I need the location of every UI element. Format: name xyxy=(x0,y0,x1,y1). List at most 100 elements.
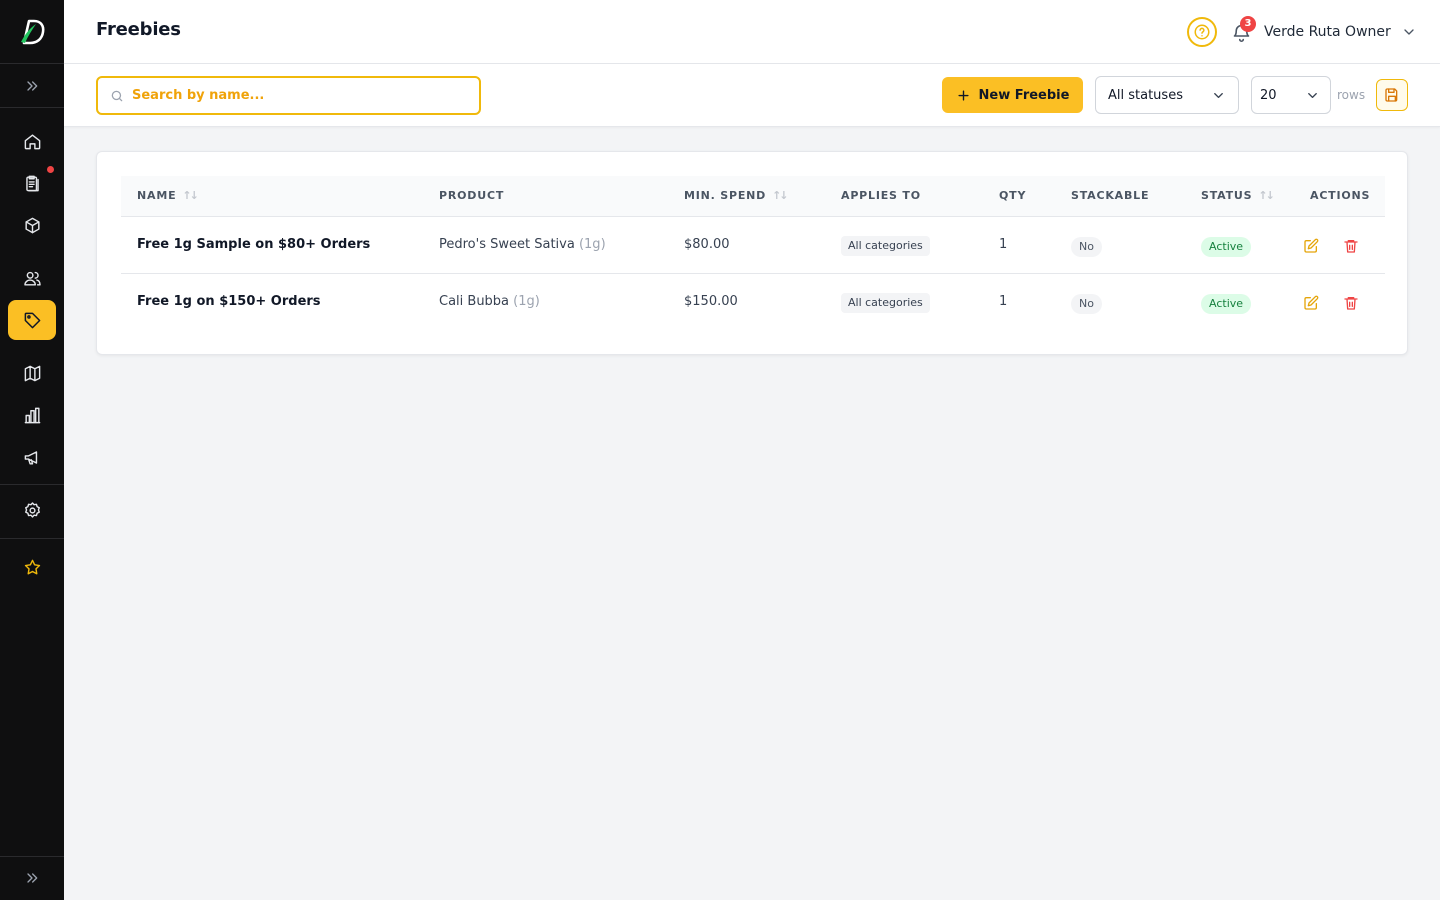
top-header: Freebies 3 Verde Ruta Owner xyxy=(64,0,1440,64)
sidebar-item-products[interactable] xyxy=(8,205,56,245)
table-row: Free 1g Sample on $80+ Orders Pedro's Sw… xyxy=(121,217,1385,274)
sidebar-item-marketing[interactable] xyxy=(8,437,56,477)
map-icon xyxy=(24,365,40,381)
sidebar-item-reports[interactable] xyxy=(8,395,56,435)
notification-dot xyxy=(47,166,54,173)
status-filter-value: All statuses xyxy=(1108,87,1183,103)
column-header-product: PRODUCT xyxy=(439,189,504,202)
freebie-qty: 1 xyxy=(999,237,1008,252)
sidebar-divider xyxy=(0,63,64,64)
megaphone-icon xyxy=(24,450,37,465)
notification-count-badge: 3 xyxy=(1240,16,1256,32)
column-header-applies-to: APPLIES TO xyxy=(841,189,921,202)
column-header-qty: QTY xyxy=(999,189,1026,202)
rows-per-page-value: 20 xyxy=(1260,87,1277,103)
sidebar-collapse-toggle[interactable] xyxy=(8,71,56,101)
gear-icon xyxy=(24,501,40,518)
star-icon xyxy=(24,559,40,574)
stackable-badge: No xyxy=(1071,237,1102,257)
stackable-badge: No xyxy=(1071,294,1102,314)
sidebar-item-map[interactable] xyxy=(8,353,56,393)
rows-label: rows xyxy=(1337,88,1366,102)
column-header-label: APPLIES TO xyxy=(841,189,921,202)
column-header-label: STACKABLE xyxy=(1071,189,1150,202)
trash-icon xyxy=(1344,240,1358,253)
help-circle-icon xyxy=(1194,24,1210,40)
sidebar-item-settings[interactable] xyxy=(8,490,56,530)
sidebar-item-favorites[interactable] xyxy=(8,547,56,587)
search-box xyxy=(96,76,481,115)
box-icon xyxy=(24,217,40,233)
sidebar-item-freebies[interactable] xyxy=(8,300,56,340)
rows-per-page-select[interactable]: 20 xyxy=(1251,76,1331,114)
column-header-actions: ACTIONS xyxy=(1310,189,1370,202)
sidebar-divider xyxy=(0,856,64,857)
freebie-min-spend: $150.00 xyxy=(684,294,738,309)
sidebar-item-home[interactable] xyxy=(8,121,56,161)
freebie-name: Free 1g Sample on $80+ Orders xyxy=(137,237,371,252)
sort-icon: ↑↓ xyxy=(182,189,199,202)
user-menu[interactable]: Verde Ruta Owner xyxy=(1264,20,1417,44)
freebie-min-spend: $80.00 xyxy=(684,237,730,252)
delete-button[interactable] xyxy=(1340,235,1362,257)
product-name: Cali Bubba xyxy=(439,294,510,309)
chevrons-right-icon xyxy=(27,81,38,91)
tag-icon xyxy=(24,312,40,328)
orders-icon xyxy=(25,175,39,191)
product-name: Pedro's Sweet Sativa xyxy=(439,237,575,252)
applies-to-chip: All categories xyxy=(841,236,930,256)
sidebar-item-users[interactable] xyxy=(8,258,56,298)
freebie-qty: 1 xyxy=(999,294,1008,309)
freebie-product: Cali Bubba (1g) xyxy=(439,294,540,309)
freebie-name: Free 1g on $150+ Orders xyxy=(137,294,321,309)
new-freebie-label: New Freebie xyxy=(978,87,1070,103)
status-badge: Active xyxy=(1201,294,1252,314)
edit-icon xyxy=(1304,238,1319,253)
sort-icon: ↑↓ xyxy=(772,189,789,202)
home-icon xyxy=(24,133,40,149)
chevron-down-icon xyxy=(1308,92,1317,98)
edit-button[interactable] xyxy=(1300,235,1322,257)
search-input[interactable] xyxy=(132,78,472,113)
user-name: Verde Ruta Owner xyxy=(1264,24,1391,40)
column-header-min-spend[interactable]: MIN. SPEND ↑↓ xyxy=(684,189,789,202)
product-size: (1g) xyxy=(513,294,540,309)
chevron-down-icon xyxy=(1404,29,1414,35)
column-header-label: NAME xyxy=(137,189,177,202)
plus-icon xyxy=(957,89,969,101)
search-icon xyxy=(111,90,123,102)
edit-button[interactable] xyxy=(1300,292,1322,314)
edit-icon xyxy=(1304,295,1319,310)
sidebar-divider xyxy=(0,484,64,485)
column-header-label: MIN. SPEND xyxy=(684,189,767,202)
new-freebie-button[interactable]: New Freebie xyxy=(942,77,1083,113)
sidebar-divider xyxy=(0,107,64,108)
table-header: NAME ↑↓ PRODUCT MIN. SPEND ↑↓ APPLIES TO Q… xyxy=(121,176,1385,217)
brand-logo-icon[interactable] xyxy=(16,16,48,48)
page-title: Freebies xyxy=(96,19,181,40)
status-badge: Active xyxy=(1201,237,1252,257)
delete-button[interactable] xyxy=(1340,292,1362,314)
applies-to-chip: All categories xyxy=(841,293,930,313)
users-icon xyxy=(23,271,41,286)
column-header-stackable: STACKABLE xyxy=(1071,189,1149,202)
help-button[interactable] xyxy=(1187,17,1217,47)
freebie-product: Pedro's Sweet Sativa (1g) xyxy=(439,237,606,252)
sidebar-item-orders[interactable] xyxy=(8,163,56,203)
column-header-label: PRODUCT xyxy=(439,189,505,202)
column-header-label: QTY xyxy=(999,189,1027,202)
save-view-button[interactable] xyxy=(1376,79,1408,111)
sidebar-divider xyxy=(0,538,64,539)
trash-icon xyxy=(1344,297,1358,310)
sort-icon: ↑↓ xyxy=(1258,189,1275,202)
chevron-down-icon xyxy=(1214,92,1223,98)
product-size: (1g) xyxy=(578,237,606,252)
sidebar-expand-toggle[interactable] xyxy=(8,863,56,893)
column-header-status[interactable]: STATUS ↑↓ xyxy=(1201,189,1275,202)
status-filter-select[interactable]: All statuses xyxy=(1095,76,1239,114)
chevrons-right-icon xyxy=(27,873,38,883)
column-header-label: STATUS xyxy=(1201,189,1253,202)
column-header-name[interactable]: NAME ↑↓ xyxy=(137,189,199,202)
save-icon xyxy=(1385,88,1398,102)
chart-icon xyxy=(24,407,40,423)
